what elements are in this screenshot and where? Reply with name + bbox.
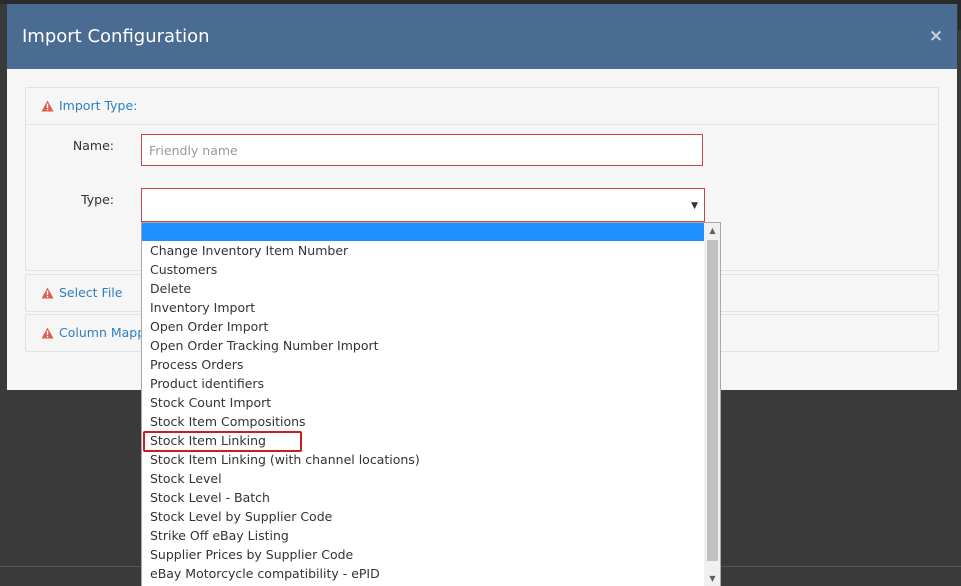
dropdown-option[interactable]: Open Order Tracking Number Import	[142, 336, 704, 355]
scrollbar-thumb[interactable]	[707, 240, 718, 561]
column-mapping-heading[interactable]: Column Mapp	[41, 324, 145, 342]
type-label: Type:	[81, 192, 114, 207]
dropdown-option[interactable]: Stock Level by Supplier Code	[142, 507, 704, 526]
highlight-outline	[143, 431, 302, 452]
name-label: Name:	[72, 138, 114, 153]
warning-triangle-icon	[41, 327, 54, 339]
warning-triangle-icon	[41, 100, 54, 112]
name-input[interactable]	[141, 134, 703, 166]
caret-down-icon: ▼	[691, 201, 698, 211]
dropdown-option[interactable]: Stock Level	[142, 469, 704, 488]
dropdown-option[interactable]: Stock Item Linking	[142, 431, 704, 452]
dropdown-option[interactable]: Inventory Import	[142, 298, 704, 317]
close-icon[interactable]: ×	[927, 26, 945, 46]
dropdown-options: Change Inventory Item Number Customers Del…	[142, 223, 704, 583]
dropdown-option[interactable]: Supplier Prices by Supplier Code	[142, 545, 704, 564]
dropdown-option[interactable]: Delete	[142, 279, 704, 298]
select-file-heading[interactable]: Select File	[41, 284, 122, 302]
dropdown-option[interactable]: Stock Count Import	[142, 393, 704, 412]
dropdown-option[interactable]: Strike Off eBay Listing	[142, 526, 704, 545]
type-select[interactable]: ▼	[141, 188, 705, 222]
dropdown-option[interactable]: Process Orders	[142, 355, 704, 374]
dropdown-scrollbar[interactable]: ▲ ▼	[704, 223, 720, 586]
panel-divider	[26, 124, 938, 125]
dropdown-option[interactable]: Product identifiers	[142, 374, 704, 393]
dropdown-option[interactable]: Customers	[142, 260, 704, 279]
dropdown-option[interactable]: Stock Level - Batch	[142, 488, 704, 507]
scroll-down-arrow-icon[interactable]: ▼	[704, 571, 720, 586]
import-type-heading-label: Import Type:	[59, 98, 138, 113]
modal-header: Import Configuration ×	[7, 4, 957, 69]
dropdown-option[interactable]: Open Order Import	[142, 317, 704, 336]
column-mapping-heading-label: Column Mapp	[59, 325, 146, 340]
dropdown-option[interactable]: Stock Item Compositions	[142, 412, 704, 431]
dropdown-option[interactable]: Stock Item Linking (with channel locatio…	[142, 450, 704, 469]
scroll-up-arrow-icon[interactable]: ▲	[704, 223, 720, 239]
dropdown-option[interactable]: Change Inventory Item Number	[142, 241, 704, 260]
warning-triangle-icon	[41, 287, 54, 299]
modal-title: Import Configuration	[22, 26, 210, 47]
type-dropdown-list: Change Inventory Item Number Customers Del…	[141, 222, 721, 586]
import-type-heading[interactable]: Import Type:	[41, 97, 137, 115]
select-file-heading-label: Select File	[59, 285, 123, 300]
dropdown-option[interactable]	[142, 223, 704, 241]
dropdown-option[interactable]: eBay Motorcycle compatibility - ePID	[142, 564, 704, 583]
